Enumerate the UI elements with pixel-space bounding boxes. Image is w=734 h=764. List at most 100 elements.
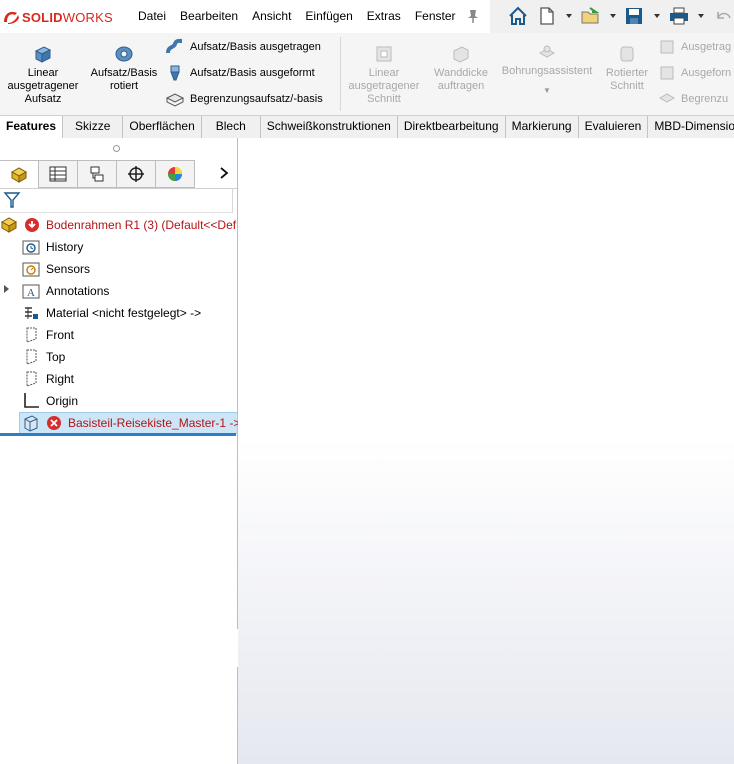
chevron-right-icon[interactable]	[219, 166, 229, 183]
print-dropdown-icon[interactable]	[698, 14, 704, 18]
tree-label-annotations: Annotations	[46, 284, 110, 298]
revolve-icon	[115, 46, 133, 62]
pin-icon[interactable]	[466, 8, 480, 27]
swept-cut-button[interactable]: Ausgetrag	[658, 36, 731, 58]
open-icon[interactable]	[580, 6, 602, 29]
extruded-cut-icon	[376, 46, 392, 62]
tree-root-label: Bodenrahmen R1 (3) (Default<<Def	[46, 218, 237, 232]
origin-icon	[22, 392, 40, 410]
graphics-area[interactable]	[238, 138, 734, 764]
dimxpert-tab[interactable]	[116, 160, 156, 188]
tab-features[interactable]: Features	[0, 116, 64, 138]
swept-boss-label: Aufsatz/Basis ausgetragen	[190, 41, 321, 53]
quick-access-toolbar	[490, 0, 734, 33]
home-icon[interactable]	[508, 6, 528, 29]
boundary-icon	[165, 93, 185, 107]
lofted-cut-icon	[660, 66, 674, 80]
new-dropdown-icon[interactable]	[566, 14, 572, 18]
tab-blech[interactable]: Blech	[202, 116, 261, 138]
tree-label-history: History	[46, 240, 84, 254]
tab-direktbearbeitung[interactable]: Direktbearbeitung	[398, 116, 506, 138]
tree-item-origin[interactable]: Origin	[22, 390, 78, 412]
menu-extras[interactable]: Extras	[360, 0, 408, 33]
plane-icon	[22, 326, 40, 344]
menu-fenster[interactable]: Fenster	[408, 0, 463, 33]
boundary-boss-button[interactable]: Begrenzungsaufsatz/-basis	[165, 88, 323, 110]
swept-cut-label: Ausgetrag	[681, 41, 732, 53]
lofted-boss-label: Aufsatz/Basis ausgeformt	[190, 67, 315, 79]
derived-part-icon	[22, 414, 40, 432]
sweep-icon	[166, 38, 183, 54]
boundary-cut-button[interactable]: Begrenzu	[658, 88, 728, 110]
part-root-icon	[0, 216, 18, 234]
title-bar: SOLIDWORKS Datei Bearbeiten Ansicht Einf…	[0, 0, 734, 34]
shell-button[interactable]: Wanddicke auftragen	[428, 43, 494, 93]
tab-schweisskonstruktionen[interactable]: Schweißkonstruktionen	[261, 116, 398, 138]
tree-label-right: Right	[46, 372, 75, 386]
shell-icon	[453, 46, 469, 63]
tree-item-top-plane[interactable]: Top	[22, 346, 65, 368]
error-x-icon	[46, 415, 62, 431]
tree-item-annotations[interactable]: A Annotations	[22, 280, 109, 302]
logo-light: WORKS	[62, 9, 113, 25]
revolved-cut-label: Rotierter Schnitt	[605, 67, 649, 92]
svg-text:A: A	[27, 287, 35, 299]
tree-filter-row[interactable]	[0, 188, 233, 213]
boundary-cut-icon	[658, 93, 676, 103]
loft-icon	[170, 65, 180, 81]
feature-manager-tab[interactable]	[0, 160, 39, 188]
extrude-icon	[34, 46, 52, 63]
swept-boss-button[interactable]: Aufsatz/Basis ausgetragen	[165, 36, 321, 58]
tree-label-top: Top	[46, 350, 66, 364]
save-icon[interactable]	[624, 6, 644, 29]
menu-datei[interactable]: Datei	[131, 0, 173, 33]
save-dropdown-icon[interactable]	[654, 14, 660, 18]
command-manager-tabs: Features Skizze Oberflächen Blech Schwei…	[0, 115, 734, 139]
tree-item-history[interactable]: History	[22, 236, 83, 258]
panel-grip-handle[interactable]	[113, 145, 120, 152]
tree-item-base-part[interactable]: Basisteil-Reisekiste_Master-1 ->	[22, 412, 240, 434]
tree-label-material: Material <nicht festgelegt> ->	[46, 306, 202, 320]
revolved-cut-button[interactable]: Rotierter Schnitt	[600, 43, 654, 93]
tab-oberflaechen[interactable]: Oberflächen	[123, 116, 202, 138]
filter-icon[interactable]	[3, 191, 21, 212]
menu-bearbeiten[interactable]: Bearbeiten	[173, 0, 245, 33]
boundary-cut-label: Begrenzu	[681, 93, 729, 105]
lofted-boss-button[interactable]: Aufsatz/Basis ausgeformt	[165, 62, 315, 84]
tree-item-front-plane[interactable]: Front	[22, 324, 74, 346]
hole-wizard-dropdown-icon[interactable]: ▼	[498, 84, 596, 97]
open-dropdown-icon[interactable]	[610, 14, 616, 18]
revolved-boss-button[interactable]: Aufsatz/Basis rotiert	[86, 43, 162, 93]
tree-item-material[interactable]: Material <nicht festgelegt> ->	[22, 302, 201, 324]
tab-markierung[interactable]: Markierung	[506, 116, 579, 138]
shell-label: Wanddicke auftragen	[433, 67, 488, 92]
tree-item-right-plane[interactable]: Right	[22, 368, 74, 390]
menu-ansicht[interactable]: Ansicht	[245, 0, 298, 33]
tree-item-sensors[interactable]: Sensors	[22, 258, 90, 280]
extruded-boss-button[interactable]: Linear ausgetragener Aufsatz	[4, 43, 82, 106]
hole-wizard-label: Bohrungsassistent	[501, 65, 593, 77]
tree-root-part[interactable]: Bodenrahmen R1 (3) (Default<<Def	[0, 214, 236, 236]
ds-logo-icon	[4, 11, 19, 24]
property-manager-tab[interactable]	[38, 160, 78, 188]
tab-mbd-dimensions[interactable]: MBD-Dimensio	[648, 116, 734, 138]
extruded-cut-button[interactable]: Linear ausgetragener Schnitt	[345, 43, 423, 106]
tab-evaluieren[interactable]: Evaluieren	[579, 116, 649, 138]
crosshair-icon	[128, 166, 144, 182]
print-icon[interactable]	[668, 6, 690, 29]
extruded-cut-label: Linear ausgetragener Schnitt	[348, 67, 420, 105]
lofted-cut-button[interactable]: Ausgeforn	[658, 62, 731, 84]
new-document-icon[interactable]	[538, 6, 556, 29]
command-manager-ribbon: Linear ausgetragener Aufsatz Aufsatz/Bas…	[0, 33, 734, 115]
panel-tabs	[0, 160, 237, 189]
configuration-manager-tab[interactable]	[77, 160, 117, 188]
display-manager-tab[interactable]	[155, 160, 195, 188]
expand-arrow-icon[interactable]	[4, 285, 9, 293]
hole-wizard-button[interactable]: Bohrungsassistent ▼	[498, 43, 596, 97]
undo-icon[interactable]	[714, 6, 732, 29]
tab-skizze[interactable]: Skizze	[63, 116, 124, 138]
history-folder-icon	[22, 239, 40, 255]
plane-icon	[22, 370, 40, 388]
solidworks-logo[interactable]: SOLIDWORKS	[2, 7, 113, 27]
menu-einfuegen[interactable]: Einfügen	[298, 0, 359, 33]
